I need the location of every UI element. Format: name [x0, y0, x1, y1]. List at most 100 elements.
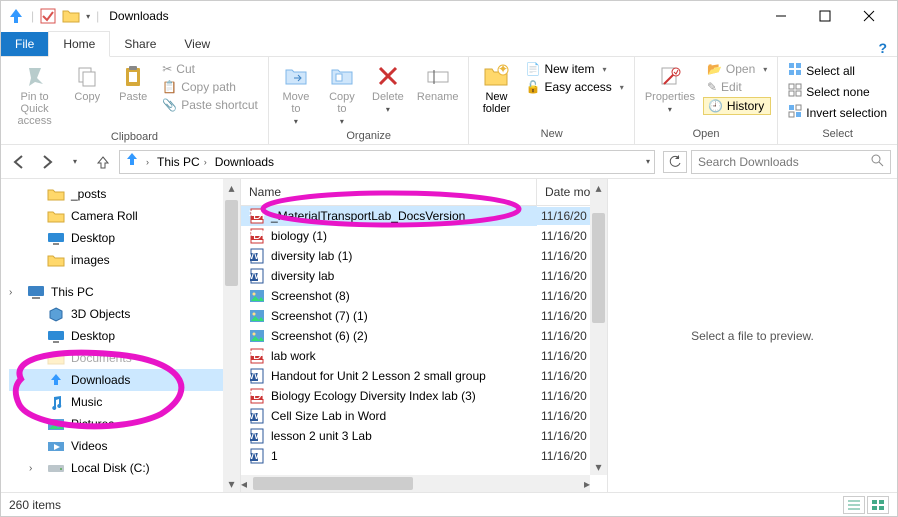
tree-item[interactable]: Documents — [9, 347, 240, 369]
select-none-icon — [788, 83, 802, 100]
tree-item[interactable]: Downloads — [9, 369, 240, 391]
crumb-downloads[interactable]: Downloads — [213, 153, 276, 171]
address-box[interactable]: › This PC› Downloads ▾ — [119, 150, 655, 174]
file-row[interactable]: Screenshot (7) (1)11/16/20 — [241, 306, 607, 326]
tree-item[interactable]: 3D Objects — [9, 303, 240, 325]
group-clipboard: Pin to Quick access Copy Paste ✂Cut 📋Cop… — [1, 57, 269, 144]
copy-to-button[interactable]: Copy to▾ — [321, 61, 363, 128]
svg-text:PDF: PDF — [249, 388, 265, 402]
minimize-button[interactable] — [759, 1, 803, 31]
help-button[interactable]: ? — [878, 40, 887, 56]
tree-scrollbar[interactable]: ▴ ▾ — [223, 179, 240, 492]
address-dropdown[interactable]: ▾ — [646, 157, 650, 166]
list-vscroll-thumb[interactable] — [592, 213, 605, 323]
back-button[interactable] — [7, 150, 31, 174]
svg-text:W: W — [249, 408, 260, 422]
file-row[interactable]: PDF_MaterialTransportLab_DocsVersion11/1… — [241, 206, 607, 226]
up-button[interactable] — [91, 150, 115, 174]
file-row[interactable]: Wdiversity lab (1)11/16/20 — [241, 246, 607, 266]
word-file-icon: W — [249, 368, 265, 384]
pc-icon — [27, 284, 45, 300]
view-icons-button[interactable] — [867, 496, 889, 514]
forward-button[interactable] — [35, 150, 59, 174]
refresh-button[interactable] — [663, 151, 687, 173]
tab-share[interactable]: Share — [110, 32, 170, 56]
pdf-file-icon: PDF — [249, 228, 265, 244]
tab-home[interactable]: Home — [48, 31, 110, 57]
svg-text:W: W — [249, 248, 260, 262]
new-folder-button[interactable]: ✦New folder — [475, 61, 517, 117]
list-and-preview: Name Date mod PDF_MaterialTransportLab_D… — [241, 179, 897, 492]
recent-locations-button[interactable]: ▾ — [63, 150, 87, 174]
qat-folder-icon[interactable] — [62, 8, 80, 24]
col-name[interactable]: Name — [241, 179, 537, 205]
tab-file[interactable]: File — [1, 32, 48, 56]
list-hscroll-thumb[interactable] — [253, 477, 413, 490]
qat-dropdown[interactable]: ▾ — [86, 12, 90, 21]
tree-item[interactable]: images — [9, 249, 240, 271]
tree-item[interactable]: Camera Roll — [9, 205, 240, 227]
clipboard-small-stack: ✂Cut 📋Copy path 📎Paste shortcut — [158, 61, 262, 113]
tree-item[interactable]: ›Local Disk (C:) — [9, 457, 240, 479]
file-row[interactable]: PDFbiology (1)11/16/20 — [241, 226, 607, 246]
file-row[interactable]: W111/16/20 — [241, 446, 607, 466]
easy-access-icon: 🔓 — [525, 80, 540, 94]
paste-button[interactable]: Paste — [112, 61, 154, 105]
open-small-stack: 📂Open▾ ✎Edit 🕘History — [703, 61, 771, 115]
list-scrollbar-vertical[interactable]: ▴ ▾ — [590, 179, 607, 475]
cut-button[interactable]: ✂Cut — [158, 61, 262, 77]
file-row[interactable]: PDFBiology Ecology Diversity Index lab (… — [241, 386, 607, 406]
move-to-button[interactable]: Move to▾ — [275, 61, 317, 128]
window-title: Downloads — [109, 9, 168, 23]
pin-to-quick-access-button[interactable]: Pin to Quick access — [7, 61, 62, 129]
copy-button[interactable]: Copy — [66, 61, 108, 105]
easy-access-button[interactable]: 🔓Easy access▾ — [521, 79, 627, 95]
tree-item[interactable]: _posts — [9, 183, 240, 205]
invert-selection-button[interactable]: Invert selection — [784, 103, 891, 122]
tree-caret[interactable]: › — [9, 287, 21, 298]
tree-item[interactable]: Desktop — [9, 325, 240, 347]
crumb-this-pc[interactable]: This PC› — [155, 153, 209, 171]
qat-divider: | — [96, 9, 99, 23]
tree-item[interactable]: Pictures — [9, 413, 240, 435]
crumb-root-chevron[interactable]: › — [144, 155, 151, 169]
history-button[interactable]: 🕘History — [703, 97, 771, 115]
open-icon: 📂 — [707, 62, 722, 76]
file-row[interactable]: Wdiversity lab11/16/20 — [241, 266, 607, 286]
file-row[interactable]: PDFlab work11/16/20 — [241, 346, 607, 366]
select-none-button[interactable]: Select none — [784, 82, 891, 101]
paste-shortcut-button[interactable]: 📎Paste shortcut — [158, 97, 262, 113]
svg-text:W: W — [249, 428, 260, 442]
tree-item[interactable]: Music — [9, 391, 240, 413]
tree-scrollbar-thumb[interactable] — [225, 200, 238, 286]
open-button[interactable]: 📂Open▾ — [703, 61, 771, 77]
qat-checkbox-icon[interactable] — [40, 8, 56, 24]
pdf-file-icon: PDF — [249, 348, 265, 364]
maximize-button[interactable] — [803, 1, 847, 31]
tree-item[interactable]: ›This PC — [9, 281, 240, 303]
view-details-button[interactable] — [843, 496, 865, 514]
select-all-icon — [788, 62, 802, 79]
word-file-icon: W — [249, 268, 265, 284]
tree-caret[interactable]: › — [29, 463, 41, 474]
file-row[interactable]: Wlesson 2 unit 3 Lab11/16/20 — [241, 426, 607, 446]
list-scrollbar-horizontal[interactable]: ◂ ▸ — [241, 475, 590, 492]
new-item-button[interactable]: 📄New item▾ — [521, 61, 627, 77]
edit-button[interactable]: ✎Edit — [703, 79, 771, 95]
file-row[interactable]: WHandout for Unit 2 Lesson 2 small group… — [241, 366, 607, 386]
rename-button[interactable]: Rename — [413, 61, 463, 105]
delete-button[interactable]: Delete▾ — [367, 61, 409, 116]
search-box[interactable]: Search Downloads — [691, 150, 891, 174]
tree-item[interactable]: Desktop — [9, 227, 240, 249]
select-all-button[interactable]: Select all — [784, 61, 891, 80]
properties-button[interactable]: Properties▾ — [641, 61, 699, 116]
close-button[interactable] — [847, 1, 891, 31]
tree-item[interactable]: Videos — [9, 435, 240, 457]
file-row[interactable]: Screenshot (8)11/16/20 — [241, 286, 607, 306]
file-row[interactable]: Screenshot (6) (2)11/16/20 — [241, 326, 607, 346]
tree-item-label: Desktop — [71, 329, 115, 343]
file-row[interactable]: WCell Size Lab in Word11/16/20 — [241, 406, 607, 426]
tab-view[interactable]: View — [170, 32, 224, 56]
copy-path-button[interactable]: 📋Copy path — [158, 79, 262, 95]
music-icon — [47, 394, 65, 410]
